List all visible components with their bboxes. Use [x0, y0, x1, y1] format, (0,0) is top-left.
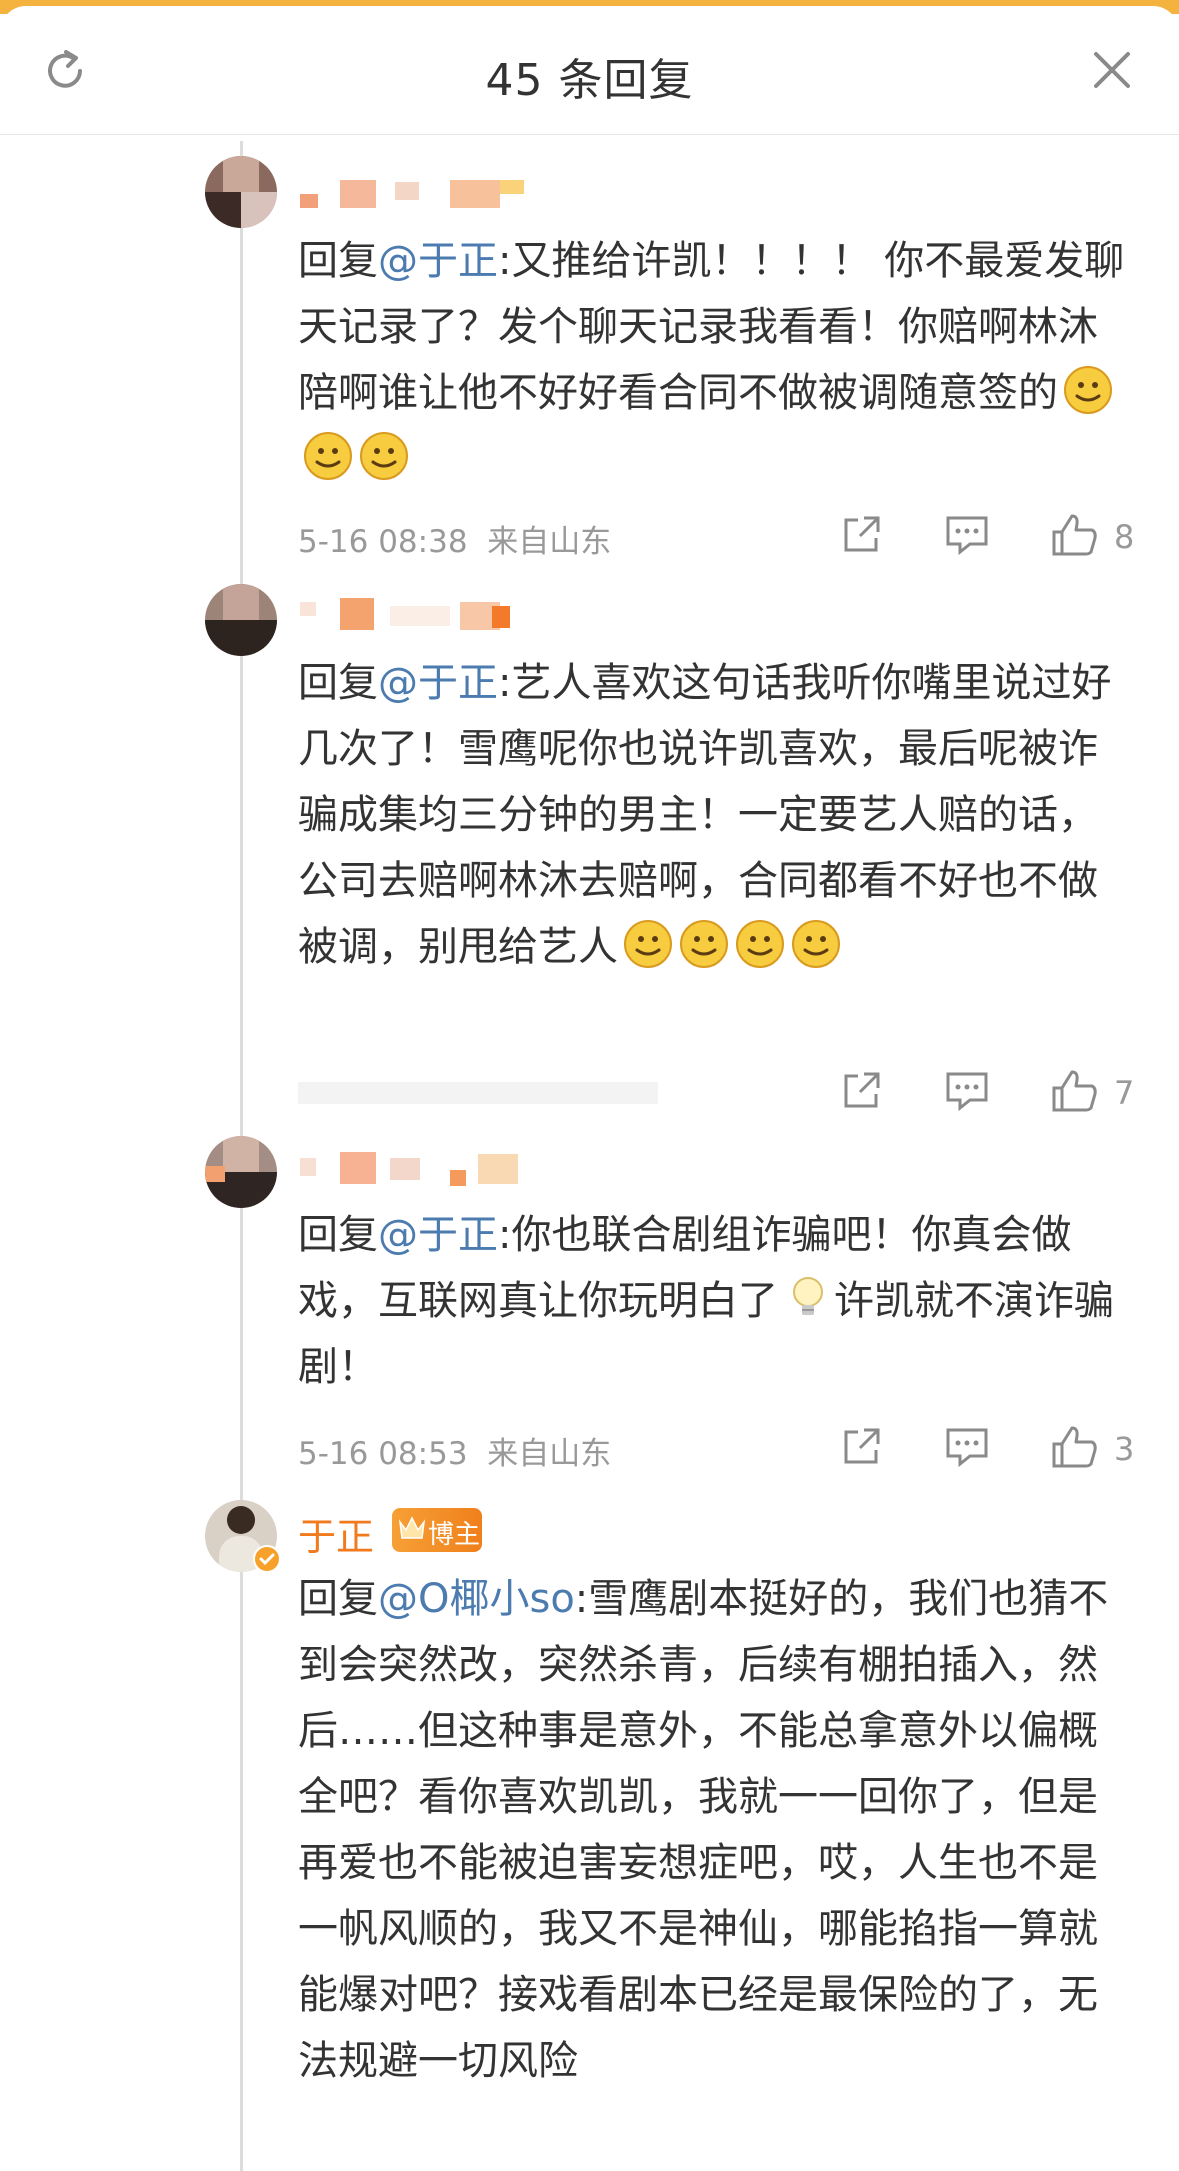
share-icon[interactable]: [840, 1068, 884, 1112]
comment-text: 回复@O椰小so:雪鹰剧本挺好的，我们也猜不到会突然改，突然杀青，后续有棚拍插入…: [298, 1566, 1128, 2094]
smile-emoji-icon: [736, 920, 784, 968]
crown-icon: [398, 1516, 426, 1539]
avatar[interactable]: [205, 584, 277, 656]
smile-emoji-icon: [360, 432, 408, 480]
smile-emoji-icon: [680, 920, 728, 968]
comment-actions: 8: [840, 512, 1160, 562]
comment-text: 回复@于正:艺人喜欢这句话我听你嘴里说过好几次了！雪鹰呢你也说许凯喜欢，最后呢被…: [298, 650, 1128, 980]
comment-icon[interactable]: [944, 1424, 990, 1468]
sheet-title: 45 条回复: [485, 55, 694, 106]
comment-location: 来自山东: [487, 524, 612, 560]
verified-badge-icon: [253, 1545, 281, 1573]
author-name[interactable]: 于正: [298, 1506, 374, 1561]
smile-emoji-icon: [624, 920, 672, 968]
like-count: 3: [1114, 1430, 1135, 1468]
reply-prefix: 回复: [298, 238, 378, 284]
replies-sheet: 45 条回复 回复@于正:又推给许凯！！！！ 你不最爱发聊天记录了？发个聊天记录…: [0, 6, 1179, 2171]
comment-text: 回复@于正:你也联合剧组诈骗吧！你真会做戏，互联网真让你玩明白了 许凯就不演诈骗剧…: [298, 1202, 1128, 1400]
comment-location: 来自山东: [487, 1436, 612, 1472]
mention-link[interactable]: @O椰小so: [378, 1576, 575, 1622]
comment-icon[interactable]: [944, 512, 990, 556]
like-count: 7: [1114, 1074, 1135, 1112]
comment-body: :雪鹰剧本挺好的，我们也猜不到会突然改，突然杀青，后续有棚拍插入，然后……但这种…: [298, 1576, 1109, 2084]
blurred-meta: [298, 1082, 658, 1104]
share-icon[interactable]: [840, 512, 884, 556]
mention-link[interactable]: @于正: [378, 238, 498, 284]
smile-emoji-icon: [304, 432, 352, 480]
comment-text: 回复@于正:又推给许凯！！！！ 你不最爱发聊天记录了？发个聊天记录我看看！你赔啊…: [298, 228, 1128, 492]
blurred-username: [300, 598, 510, 630]
mention-link[interactable]: @于正: [378, 1212, 498, 1258]
like-icon[interactable]: [1050, 1424, 1100, 1470]
smile-emoji-icon: [792, 920, 840, 968]
badge-label: 博主: [428, 1520, 481, 1550]
lightbulb-emoji-icon: [793, 1277, 823, 1315]
reply-prefix: 回复: [298, 1212, 378, 1258]
smile-emoji-icon: [1064, 366, 1112, 414]
blogger-badge: 博主: [392, 1508, 482, 1552]
share-icon[interactable]: [840, 1424, 884, 1468]
comment-actions: 3: [840, 1424, 1160, 1474]
like-count: 8: [1114, 518, 1135, 556]
sheet-header: 45 条回复: [0, 6, 1179, 135]
comment-date: 5-16 08:53: [298, 1436, 468, 1472]
avatar[interactable]: [205, 156, 277, 228]
reply-prefix: 回复: [298, 660, 378, 706]
like-icon[interactable]: [1050, 1068, 1100, 1114]
reply-prefix: 回复: [298, 1576, 378, 1622]
avatar[interactable]: [205, 1136, 277, 1208]
mention-link[interactable]: @于正: [378, 660, 498, 706]
blurred-username: [300, 1152, 518, 1186]
comment-meta: 5-16 08:38 来自山东: [298, 516, 611, 561]
comment-icon[interactable]: [944, 1068, 990, 1112]
comment-actions: 7: [840, 1068, 1160, 1118]
comment-meta: 5-16 08:53 来自山东: [298, 1428, 611, 1473]
blurred-username: [300, 180, 524, 208]
close-icon[interactable]: [1090, 48, 1134, 92]
comment-date: 5-16 08:38: [298, 524, 468, 560]
like-icon[interactable]: [1050, 512, 1100, 558]
